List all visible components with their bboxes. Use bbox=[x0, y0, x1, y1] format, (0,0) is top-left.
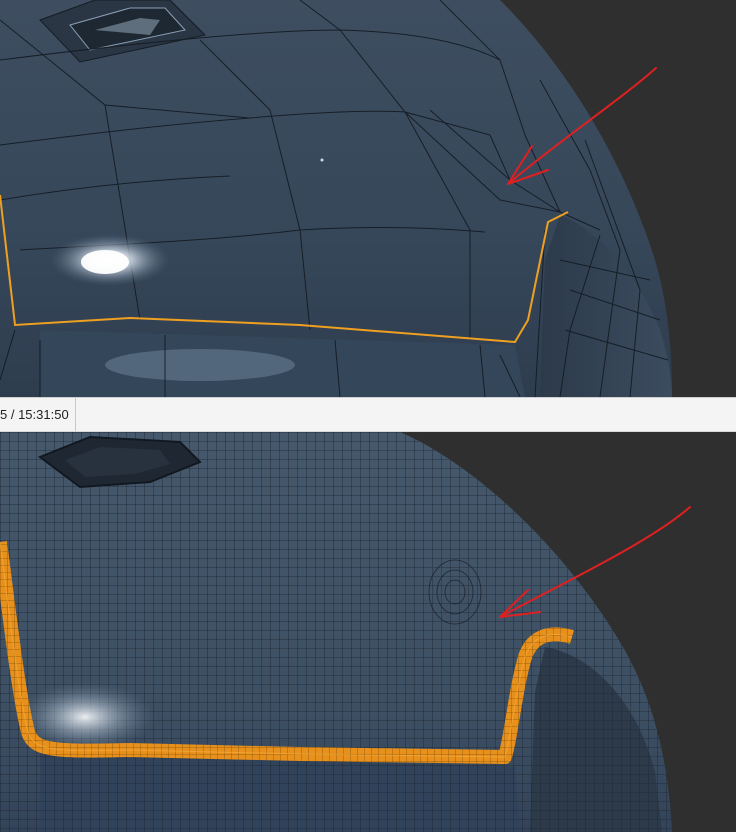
status-bar: 5 / 15:31:50 bbox=[0, 397, 736, 432]
timestamp-label: 5 / 15:31:50 bbox=[0, 398, 76, 431]
low-poly-mesh-canvas bbox=[0, 0, 736, 397]
viewport-top[interactable] bbox=[0, 0, 736, 397]
viewport-bottom[interactable] bbox=[0, 432, 736, 832]
subdivided-mesh-canvas bbox=[0, 432, 736, 832]
